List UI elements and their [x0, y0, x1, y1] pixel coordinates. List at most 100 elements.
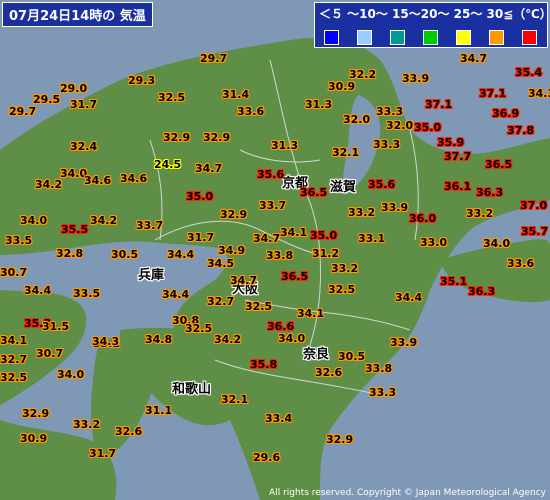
- temperature-label: 37.7: [444, 150, 472, 163]
- temperature-label: 33.2: [73, 418, 101, 431]
- pref-label-wakayama: 和歌山: [172, 382, 212, 397]
- temperature-label: 33.3: [369, 386, 397, 399]
- temperature-label: 33.2: [331, 262, 359, 275]
- temperature-label: 32.7: [0, 353, 28, 366]
- legend-swatch-15-20: [423, 30, 438, 45]
- temperature-label: 36.0: [409, 212, 437, 225]
- temperature-label: 32.6: [315, 366, 343, 379]
- temperature-label: 34.3: [92, 335, 120, 348]
- legend-swatch-below-5: [324, 30, 339, 45]
- temperature-label: 34.6: [120, 172, 148, 185]
- temperature-label: 36.5: [485, 158, 513, 171]
- temperature-label: 33.0: [420, 236, 448, 249]
- pref-label-hyogo: 兵庫: [138, 268, 165, 283]
- temperature-label: 32.9: [22, 407, 50, 420]
- temperature-label: 35.9: [437, 136, 465, 149]
- temperature-label: 29.0: [60, 82, 88, 95]
- temperature-label: 35.6: [368, 178, 396, 191]
- temperature-label: 31.3: [305, 98, 333, 111]
- temperature-label: 35.0: [414, 121, 442, 134]
- temperature-label: 33.7: [259, 199, 287, 212]
- temperature-label: 32.0: [386, 119, 414, 132]
- temperature-label: 34.7: [253, 232, 281, 245]
- map-title: 07月24日14時の 気温: [2, 2, 153, 27]
- temperature-label: 32.5: [185, 322, 213, 335]
- temperature-label: 32.5: [328, 283, 356, 296]
- temperature-label: 32.5: [158, 91, 186, 104]
- temperature-label: 33.9: [381, 201, 409, 214]
- temperature-label: 30.9: [20, 432, 48, 445]
- temperature-label: 37.1: [479, 87, 507, 100]
- temperature-label: 34.2: [214, 333, 242, 346]
- temperature-label: 32.7: [207, 295, 235, 308]
- temperature-label: 31.7: [70, 98, 98, 111]
- temperature-label: 33.5: [5, 234, 33, 247]
- temperature-label: 32.0: [343, 113, 371, 126]
- temperature-label: 37.0: [520, 199, 548, 212]
- temperature-label: 34.6: [84, 174, 112, 187]
- temperature-label: 37.1: [425, 98, 453, 111]
- temperature-label: 32.5: [0, 371, 28, 384]
- legend-scale: ＜５ 〜10〜 15〜20〜 25〜 30≦（℃）: [319, 7, 550, 21]
- temperature-label: 36.5: [281, 270, 309, 283]
- temperature-label: 34.3: [528, 87, 550, 100]
- copyright-text: All rights reserved. Copyright © Japan M…: [269, 488, 546, 498]
- temperature-label: 33.6: [507, 257, 535, 270]
- temperature-label: 34.8: [145, 333, 173, 346]
- temperature-label: 32.2: [349, 68, 377, 81]
- temperature-label: 36.1: [444, 180, 472, 193]
- temperature-label: 32.9: [326, 433, 354, 446]
- temperature-label: 36.5: [300, 186, 328, 199]
- temperature-label: 30.7: [0, 266, 28, 279]
- legend-swatch-10-15: [390, 30, 405, 45]
- temperature-label: 29.3: [128, 74, 156, 87]
- temperature-label: 34.7: [230, 274, 258, 287]
- temperature-label: 32.1: [332, 146, 360, 159]
- temperature-label: 29.7: [200, 52, 228, 65]
- temperature-label: 34.1: [297, 307, 325, 320]
- temperature-label: 30.5: [111, 248, 139, 261]
- legend-swatch-25-30: [489, 30, 504, 45]
- temperature-label: 33.3: [373, 138, 401, 151]
- temperature-label: 34.2: [90, 214, 118, 227]
- temperature-label: 31.1: [145, 404, 173, 417]
- temperature-label: 35.1: [440, 275, 468, 288]
- temperature-label: 32.9: [163, 131, 191, 144]
- temperature-label: 33.9: [402, 72, 430, 85]
- temperature-label: 34.0: [20, 214, 48, 227]
- temperature-label: 31.4: [222, 88, 250, 101]
- temperature-label: 35.7: [521, 225, 549, 238]
- temperature-label: 32.9: [220, 208, 248, 221]
- temperature-label: 34.9: [218, 244, 246, 257]
- temperature-label: 34.0: [278, 332, 306, 345]
- temperature-label: 32.5: [245, 300, 273, 313]
- temperature-label: 35.0: [310, 229, 338, 242]
- temperature-label: 36.9: [492, 107, 520, 120]
- temperature-label: 36.3: [468, 285, 496, 298]
- temperature-label: 29.7: [9, 105, 37, 118]
- temperature-label: 31.7: [187, 231, 215, 244]
- temperature-label: 34.0: [57, 368, 85, 381]
- temperature-label: 29.5: [33, 93, 61, 106]
- temperature-label: 29.6: [253, 451, 281, 464]
- temperature-label: 34.1: [0, 334, 28, 347]
- temperature-map: 07月24日14時の 気温 ＜５ 〜10〜 15〜20〜 25〜 30≦（℃） …: [0, 0, 550, 500]
- temperature-label: 34.2: [35, 178, 63, 191]
- temperature-label: 33.2: [466, 207, 494, 220]
- temperature-label: 30.9: [328, 80, 356, 93]
- temperature-label: 30.7: [36, 347, 64, 360]
- temperature-label: 32.4: [70, 140, 98, 153]
- temperature-label: 35.5: [61, 223, 89, 236]
- temperature-label: 34.0: [483, 237, 511, 250]
- temperature-label: 37.8: [507, 124, 535, 137]
- temperature-label: 35.0: [186, 190, 214, 203]
- temperature-label: 35.4: [515, 66, 543, 79]
- legend-swatch-20-25: [456, 30, 471, 45]
- temperature-label: 30.5: [338, 350, 366, 363]
- temperature-label: 36.3: [476, 186, 504, 199]
- temperature-label: 24.5: [154, 158, 182, 171]
- pref-label-shiga: 滋賀: [330, 180, 357, 195]
- temperature-label: 33.2: [348, 206, 376, 219]
- temperature-label: 31.7: [89, 447, 117, 460]
- temperature-label: 31.5: [42, 320, 70, 333]
